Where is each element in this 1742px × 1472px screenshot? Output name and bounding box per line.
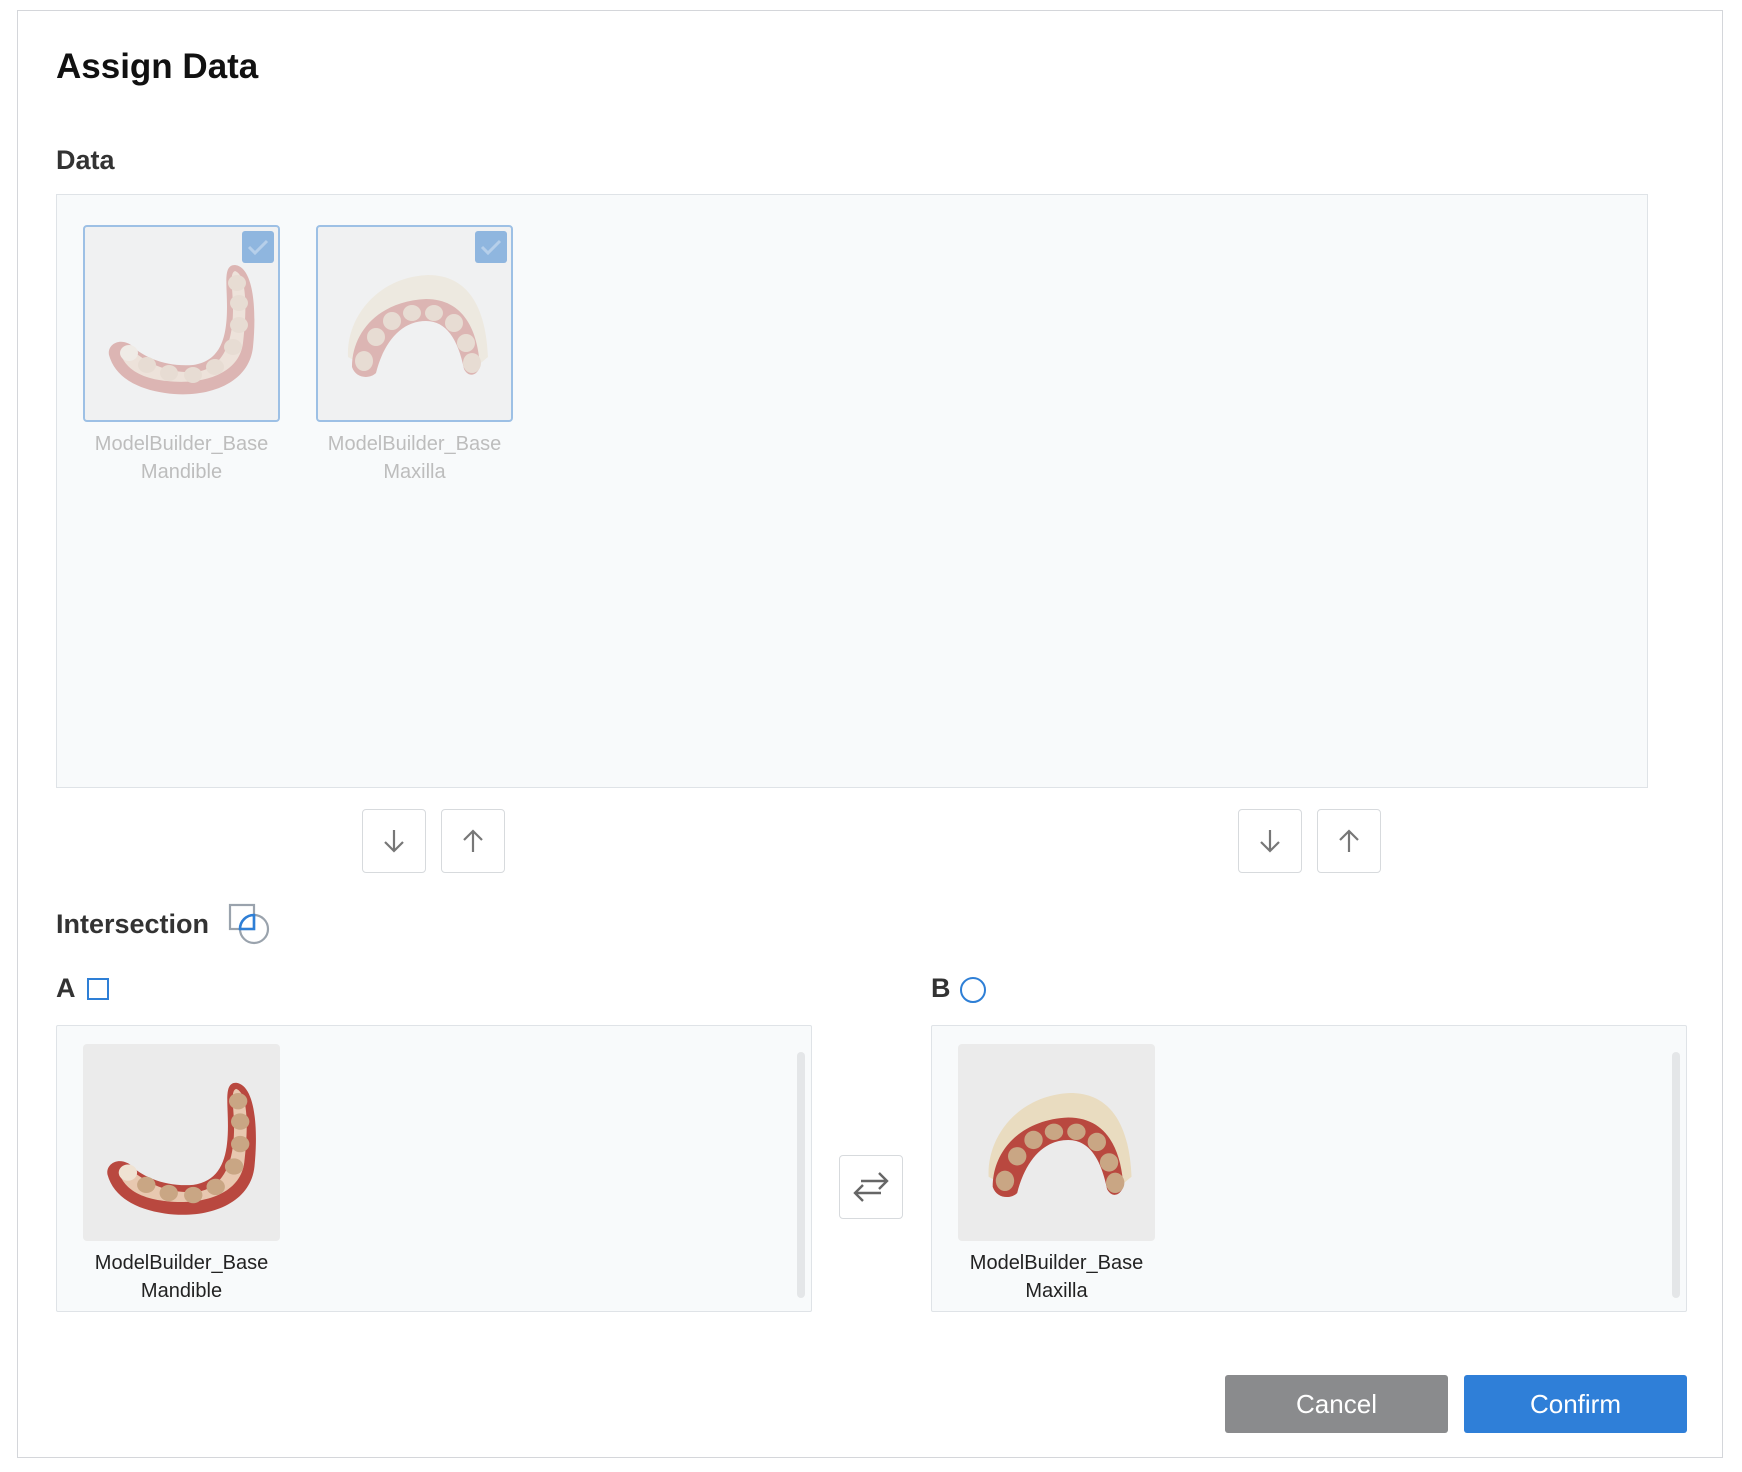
checkmark-icon — [480, 239, 502, 256]
intersection-label: Intersection — [56, 909, 210, 939]
arrow-down-icon — [384, 830, 404, 853]
group-b-list: ModelBuilder_Base Maxilla — [931, 1025, 1687, 1312]
thumbnail[interactable] — [316, 225, 513, 422]
thumbnail-label: ModelBuilder_Base Mandible — [94, 1252, 269, 1302]
thumbnail[interactable] — [83, 225, 280, 422]
data-section-label: Data — [56, 145, 115, 175]
swap-arrows-icon — [853, 1172, 889, 1202]
checked-checkbox[interactable] — [242, 231, 274, 263]
assign-data-dialog: Assign Data Data ModelBuilder_Base Mandi… — [17, 10, 1723, 1458]
data-item-maxilla[interactable]: ModelBuilder_Base Maxilla — [316, 225, 513, 486]
thumbnail-label: ModelBuilder_Base Maxilla — [969, 1252, 1144, 1302]
group-a-item-mandible[interactable]: ModelBuilder_Base Mandible — [83, 1044, 280, 1305]
group-a-label: A — [56, 973, 76, 1003]
maxilla-model-icon — [988, 1092, 1132, 1198]
cancel-button[interactable]: Cancel — [1225, 1375, 1448, 1433]
square-icon — [87, 978, 109, 1000]
group-a-scrollbar[interactable] — [797, 1052, 805, 1298]
thumbnail[interactable] — [958, 1044, 1155, 1241]
checkmark-icon — [247, 239, 269, 256]
move-up-from-a-button[interactable] — [441, 809, 505, 873]
thumbnail-label: ModelBuilder_Base Mandible — [94, 433, 269, 483]
mandible-model-icon — [107, 1082, 256, 1215]
circle-icon — [960, 977, 986, 1003]
data-panel: ModelBuilder_Base Mandible ModelBuilder_… — [56, 194, 1648, 788]
checked-checkbox[interactable] — [475, 231, 507, 263]
thumbnail[interactable] — [83, 1044, 280, 1241]
group-b-item-maxilla[interactable]: ModelBuilder_Base Maxilla — [958, 1044, 1155, 1305]
intersection-icon — [228, 903, 272, 952]
group-b-scrollbar[interactable] — [1672, 1052, 1680, 1298]
arrow-up-icon — [463, 829, 483, 852]
move-down-to-a-button[interactable] — [362, 809, 426, 873]
data-item-mandible[interactable]: ModelBuilder_Base Mandible — [83, 225, 280, 486]
arrow-down-icon — [1260, 830, 1280, 853]
dialog-title: Assign Data — [56, 47, 259, 86]
thumbnail-label: ModelBuilder_Base Maxilla — [327, 433, 502, 483]
swap-button[interactable] — [839, 1155, 903, 1219]
confirm-button[interactable]: Confirm — [1464, 1375, 1687, 1433]
move-up-from-b-button[interactable] — [1317, 809, 1381, 873]
group-b-label: B — [931, 973, 951, 1003]
group-a-list: ModelBuilder_Base Mandible — [56, 1025, 812, 1312]
move-down-to-b-button[interactable] — [1238, 809, 1302, 873]
arrow-up-icon — [1339, 829, 1359, 852]
